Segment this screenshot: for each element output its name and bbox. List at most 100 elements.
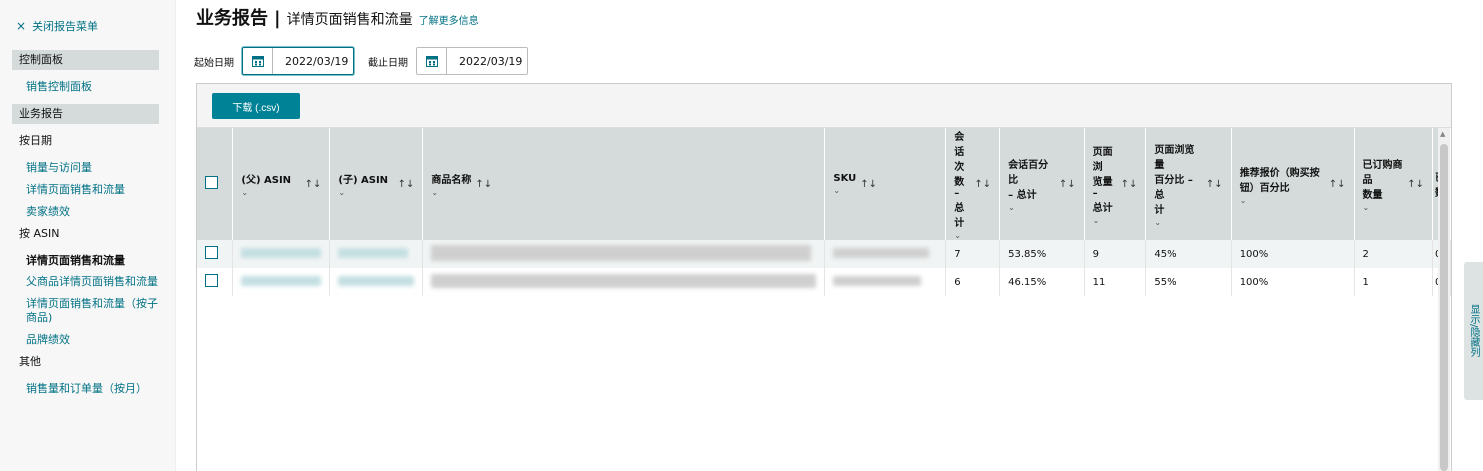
sort-icon[interactable]: ↑↓ [860, 179, 877, 190]
sort-icon[interactable]: ↑↓ [1329, 179, 1346, 190]
start-date-input[interactable]: 2022/03/19 [273, 55, 353, 68]
scrollbar-thumb[interactable] [1440, 144, 1448, 471]
redacted-value [833, 275, 922, 286]
sidebar-item-detail-page-by-date[interactable]: 详情页面销售和流量 [26, 181, 125, 197]
sku-cell [824, 268, 947, 296]
table-row: 6 46.15% 11 55% 100% 1 0 [197, 268, 1451, 296]
page-title: 业务报告 | 详情页面销售和流量 了解更多信息 [196, 4, 479, 30]
page-subtitle: 详情页面销售和流量 [286, 12, 413, 28]
chevron-down-icon[interactable]: ⌄ [431, 188, 471, 197]
sidebar-item-brand-performance[interactable]: 品牌绩效 [26, 331, 70, 347]
sidebar-item-monthly-sales[interactable]: 销售量和订单量（按月） [26, 380, 147, 396]
report-table: (父) ASIN ⌄ ↑↓ (子) ASIN ⌄ ↑↓ 商品名称 ⌄ ↑↓ SKU ⌄ ↑↓ 会… [197, 128, 1451, 296]
sidebar-item-detail-page-by-child-cont[interactable]: 商品) [26, 309, 52, 325]
col-child-asin[interactable]: (子) ASIN ⌄ ↑↓ [329, 128, 424, 240]
sidebar-item-seller-performance[interactable]: 卖家绩效 [26, 203, 70, 219]
select-all-checkbox[interactable] [205, 176, 218, 189]
child-asin-cell[interactable] [329, 240, 424, 268]
chevron-down-icon[interactable]: ⌄ [1363, 203, 1404, 212]
sidebar-item-detail-page-active[interactable]: 详情页面销售和流量 [26, 252, 125, 268]
row-select-cell [197, 268, 234, 296]
calendar-icon[interactable] [243, 48, 273, 74]
show-hide-columns-tab[interactable]: 显示/隐藏列 [1464, 262, 1483, 400]
chevron-down-icon[interactable]: ⌄ [1093, 216, 1117, 225]
sort-icon[interactable]: ↑↓ [1407, 179, 1424, 190]
row-checkbox[interactable] [205, 246, 218, 259]
select-all-cell [197, 128, 234, 240]
session-pct-cell: 53.85% [999, 240, 1085, 268]
table-row: 7 53.85% 9 45% 100% 2 0 [197, 240, 1451, 268]
redacted-value [241, 275, 322, 286]
col-session-pct[interactable]: 会话百分比 – 总计 ⌄ ↑↓ [999, 128, 1085, 240]
start-date-label: 起始日期 [194, 57, 234, 69]
child-asin-cell[interactable] [329, 268, 424, 296]
sort-icon[interactable]: ↑↓ [1206, 179, 1223, 190]
chevron-down-icon[interactable]: ⌄ [954, 231, 970, 240]
col-page-views[interactable]: 页面浏 览量 – 总计 ⌄ ↑↓ [1084, 128, 1147, 240]
scroll-up-icon[interactable]: ▲ [1440, 130, 1445, 138]
units-ordered-cell: 2 [1354, 240, 1434, 268]
end-date-picker[interactable]: 2022/03/19 [416, 47, 528, 75]
sidebar-section-dashboard[interactable]: 控制面板 [12, 50, 159, 70]
sort-icon[interactable]: ↑↓ [398, 179, 415, 190]
sidebar-section-business-reports[interactable]: 业务报告 [12, 104, 159, 124]
session-pct-cell: 46.15% [999, 268, 1085, 296]
redacted-value [338, 247, 409, 258]
chevron-down-icon[interactable]: ⌄ [1154, 218, 1202, 227]
close-icon: × [16, 19, 27, 33]
sort-icon[interactable]: ↑↓ [475, 179, 492, 190]
sort-icon[interactable]: ↑↓ [305, 179, 322, 190]
download-csv-button[interactable]: 下载 (.csv) [212, 93, 300, 119]
col-sessions-total[interactable]: 会话 次数 – 总计 ⌄ ↑↓ [945, 128, 1001, 240]
title-separator: | [274, 8, 281, 29]
end-date-input[interactable]: 2022/03/19 [447, 55, 527, 68]
buy-box-pct-cell: 100% [1231, 268, 1355, 296]
page-views-pct-cell: 55% [1145, 268, 1232, 296]
sidebar-item-parent-detail-page[interactable]: 父商品详情页面销售和流量 [26, 273, 158, 289]
date-range: 起始日期 2022/03/19 截止日期 2022/03/19 [194, 47, 542, 75]
sku-cell [824, 240, 947, 268]
units-ordered-cell: 1 [1354, 268, 1434, 296]
page: × 关闭报告菜单 控制面板 销售控制面板 业务报告 按日期 销量与访问量 详情页… [0, 0, 1483, 471]
sort-icon[interactable]: ↑↓ [974, 179, 991, 190]
col-buy-box-pct[interactable]: 推荐报价（购买按 钮）百分比 ⌄ ↑↓ [1231, 128, 1355, 240]
report-panel: 下载 (.csv) (父) ASIN ⌄ ↑↓ (子) ASIN ⌄ ↑↓ 商品名称 ⌄ ↑… [196, 83, 1452, 471]
start-date-picker[interactable]: 2022/03/19 [242, 47, 354, 75]
product-name-cell [422, 268, 826, 296]
page-views-cell: 9 [1084, 240, 1147, 268]
learn-more-link[interactable]: 了解更多信息 [419, 12, 479, 27]
row-checkbox[interactable] [205, 274, 218, 287]
sidebar-item-sales-dashboard[interactable]: 销售控制面板 [26, 78, 92, 94]
sessions-cell: 7 [945, 240, 1001, 268]
page-views-pct-cell: 45% [1145, 240, 1232, 268]
chevron-down-icon[interactable]: ⌄ [338, 188, 388, 197]
sidebar-item-sales-traffic[interactable]: 销量与访问量 [26, 159, 92, 175]
col-units-ordered[interactable]: 已订购商品 数量 ⌄ ↑↓ [1354, 128, 1434, 240]
parent-asin-cell[interactable] [232, 268, 331, 296]
end-date-label: 截止日期 [368, 57, 408, 69]
product-name-cell [422, 240, 826, 268]
chevron-down-icon[interactable]: ⌄ [241, 188, 291, 197]
chevron-down-icon[interactable]: ⌄ [833, 186, 856, 195]
page-views-cell: 11 [1084, 268, 1147, 296]
col-product-name[interactable]: 商品名称 ⌄ ↑↓ [422, 128, 826, 240]
close-menu-link[interactable]: × 关闭报告菜单 [16, 18, 98, 34]
col-sku[interactable]: SKU ⌄ ↑↓ [824, 128, 947, 240]
sessions-cell: 6 [945, 268, 1001, 296]
redacted-value [833, 247, 930, 258]
col-parent-asin[interactable]: (父) ASIN ⌄ ↑↓ [232, 128, 331, 240]
chevron-down-icon[interactable]: ⌄ [1008, 203, 1055, 212]
chevron-down-icon[interactable]: ⌄ [1240, 196, 1320, 205]
redacted-value [338, 275, 415, 286]
buy-box-pct-cell: 100% [1231, 240, 1355, 268]
table-header-row: (父) ASIN ⌄ ↑↓ (子) ASIN ⌄ ↑↓ 商品名称 ⌄ ↑↓ SKU ⌄ ↑↓ 会… [197, 128, 1451, 240]
sidebar-group-other: 其他 [19, 355, 41, 368]
calendar-icon[interactable] [417, 48, 447, 74]
parent-asin-cell[interactable] [232, 240, 331, 268]
col-page-views-pct[interactable]: 页面浏览量 百分比 – 总计 ⌄ ↑↓ [1145, 128, 1232, 240]
sort-icon[interactable]: ↑↓ [1121, 179, 1138, 190]
page-title-main: 业务报告 [196, 8, 268, 29]
table-scrollbar[interactable]: ▲ [1438, 128, 1450, 471]
redacted-value [241, 247, 322, 258]
sort-icon[interactable]: ↑↓ [1059, 179, 1076, 190]
